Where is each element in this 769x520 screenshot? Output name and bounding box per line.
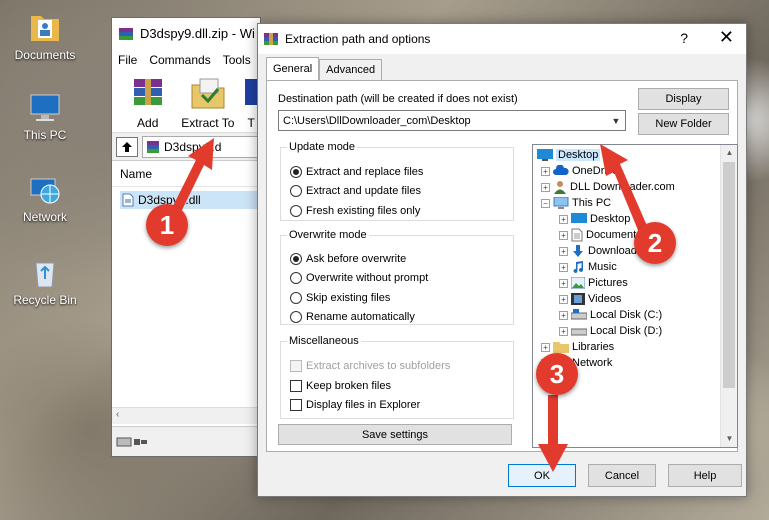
annotation-badge-2: 2 <box>634 222 676 264</box>
annotation-arrow-2 <box>600 144 648 235</box>
tab-general[interactable]: General <box>266 57 320 80</box>
annotation-badge-1: 1 <box>146 204 188 246</box>
annotation-badge-3: 3 <box>536 353 578 395</box>
annotation-arrow-3 <box>538 395 568 472</box>
annotation-arrow-1 <box>172 138 214 212</box>
